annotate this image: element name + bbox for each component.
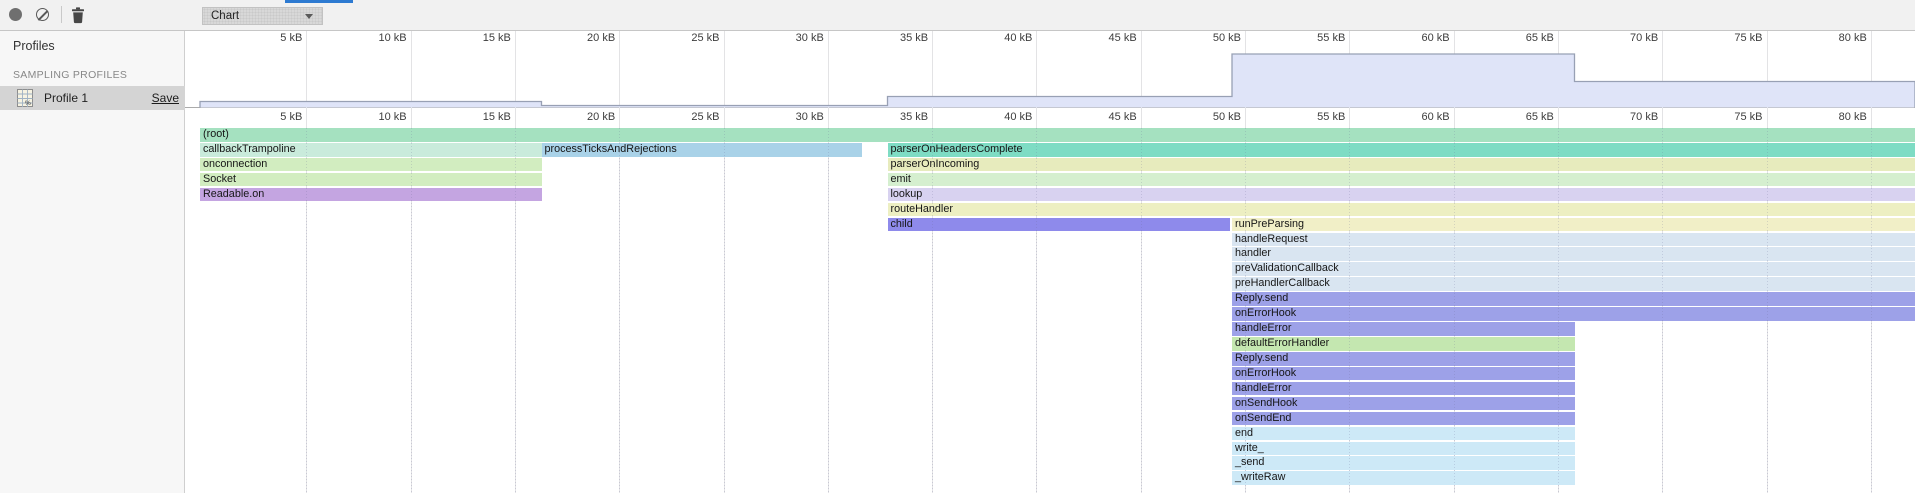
profile-table-icon: %	[17, 89, 33, 107]
gridline-dotted-overlay	[1767, 128, 1768, 493]
ruler-flame-tick-label: 80 kB	[1805, 111, 1867, 123]
gridline-dotted-overlay	[1871, 128, 1872, 493]
flame-bar[interactable]: routeHandler	[888, 203, 1915, 217]
record-icon	[9, 8, 22, 21]
flame-bar[interactable]: runPreParsing	[1232, 218, 1915, 232]
gridline-dotted-overlay	[932, 128, 933, 493]
toolbar: Chart	[0, 0, 1915, 31]
gridline-dotted-overlay	[828, 128, 829, 493]
ruler-flame-tick-label: 60 kB	[1388, 111, 1450, 123]
profiler-app: Chart Profiles SAMPLING PROFILES % Profi…	[0, 0, 1915, 493]
overview-area-chart[interactable]	[185, 31, 1915, 108]
gridline-dotted-overlay	[1454, 128, 1455, 493]
flame-bar[interactable]: callbackTrampoline	[200, 143, 542, 157]
gridline-dotted-overlay	[724, 128, 725, 493]
flame-bar[interactable]: handleError	[1232, 382, 1575, 396]
clear-button[interactable]	[36, 8, 51, 23]
ruler-flame-tick-label: 75 kB	[1701, 111, 1763, 123]
flame-bar[interactable]: preValidationCallback	[1232, 262, 1915, 276]
ruler-flame-tick-label: 35 kB	[866, 111, 928, 123]
save-profile-link[interactable]: Save	[152, 91, 179, 105]
gridline-dotted-overlay	[1036, 128, 1037, 493]
sidebar: Profiles SAMPLING PROFILES % Profile 1 S…	[0, 31, 185, 493]
gridline-dotted-overlay	[515, 128, 516, 493]
flame-bar[interactable]: defaultErrorHandler	[1232, 337, 1575, 351]
flame-bar[interactable]: Socket	[200, 173, 542, 187]
flame-bar[interactable]: (root)	[200, 128, 1915, 142]
chart-view-dropdown[interactable]: Chart	[202, 7, 323, 25]
flame-bar[interactable]: preHandlerCallback	[1232, 277, 1915, 291]
gridline-dotted-overlay	[1349, 128, 1350, 493]
flame-bar[interactable]: write_	[1232, 442, 1575, 456]
ruler-flame-tick-label: 5 kB	[240, 111, 302, 123]
ruler-flame-tick-label: 65 kB	[1492, 111, 1554, 123]
chevron-down-icon	[305, 14, 313, 19]
ruler-flame-tick-label: 50 kB	[1179, 111, 1241, 123]
ruler-flame-tick-label: 40 kB	[970, 111, 1032, 123]
flame-bar[interactable]: onconnection	[200, 158, 542, 172]
chart-pane: 5 kB5 kB10 kB10 kB15 kB15 kB20 kB20 kB25…	[185, 31, 1915, 493]
ruler-flame-tick-label: 20 kB	[553, 111, 615, 123]
overview-area-fill	[200, 54, 1915, 108]
flame-bar[interactable]: handleRequest	[1232, 233, 1915, 247]
flame-bar[interactable]: Reply.send	[1232, 352, 1575, 366]
gridline-dotted-overlay	[1662, 128, 1663, 493]
flame-bar[interactable]: handler	[1232, 247, 1915, 261]
sampling-profiles-heading: SAMPLING PROFILES	[13, 69, 127, 81]
sidebar-item-profile-1[interactable]: % Profile 1 Save	[0, 86, 185, 110]
gridline-dotted-overlay	[1141, 128, 1142, 493]
profile-name: Profile 1	[44, 91, 88, 105]
ruler-flame-tick-label: 30 kB	[762, 111, 824, 123]
flame-bar[interactable]: processTicksAndRejections	[542, 143, 863, 157]
flame-bar[interactable]: _send	[1232, 456, 1575, 470]
flame-bar[interactable]: emit	[888, 173, 1915, 187]
chart-view-dropdown-label: Chart	[211, 10, 239, 22]
flame-bar[interactable]: end	[1232, 427, 1575, 441]
flame-bar[interactable]: child	[888, 218, 1231, 232]
trash-icon	[70, 6, 86, 24]
ruler-flame-tick-label: 45 kB	[1075, 111, 1137, 123]
gridline-dotted-overlay	[619, 128, 620, 493]
flame-bar[interactable]: _writeRaw	[1232, 471, 1575, 485]
active-tab-underline	[285, 0, 353, 3]
gridline-dotted-overlay	[306, 128, 307, 493]
flame-bar[interactable]: lookup	[888, 188, 1915, 202]
flame-bar[interactable]: Reply.send	[1232, 292, 1915, 306]
ruler-flame-tick-label: 70 kB	[1596, 111, 1658, 123]
svg-text:%: %	[25, 100, 31, 107]
ruler-flame-tick-label: 15 kB	[449, 111, 511, 123]
gridline-dotted-overlay	[411, 128, 412, 493]
flame-bar[interactable]: parserOnHeadersComplete	[888, 143, 1915, 157]
ruler-flame-tick-label: 25 kB	[658, 111, 720, 123]
ruler-flame-tick-label: 10 kB	[345, 111, 407, 123]
gridline-dotted-overlay	[1558, 128, 1559, 493]
gridline-dotted-overlay	[1245, 128, 1246, 493]
flame-bar[interactable]: Readable.on	[200, 188, 542, 202]
delete-button[interactable]	[70, 6, 85, 21]
flame-bar[interactable]: handleError	[1232, 322, 1575, 336]
profiles-heading: Profiles	[13, 39, 55, 53]
ruler-flame-tick-label: 55 kB	[1283, 111, 1345, 123]
flame-bar[interactable]: onErrorHook	[1232, 307, 1915, 321]
flame-bar[interactable]: parserOnIncoming	[888, 158, 1915, 172]
flame-bar[interactable]: onErrorHook	[1232, 367, 1575, 381]
flame-bar[interactable]: onSendEnd	[1232, 412, 1575, 426]
flame-bar[interactable]: onSendHook	[1232, 397, 1575, 411]
toolbar-separator	[61, 6, 62, 23]
record-button[interactable]	[8, 7, 23, 22]
